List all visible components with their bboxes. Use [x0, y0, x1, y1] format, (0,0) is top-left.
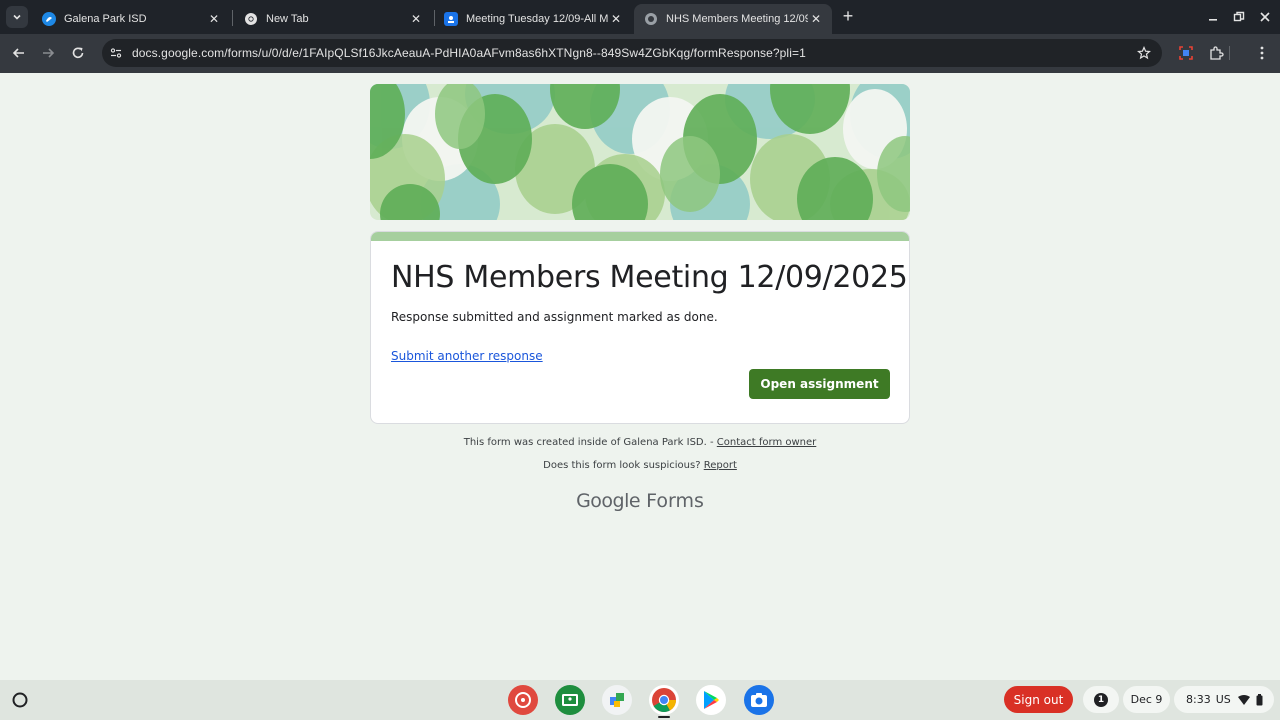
reload-button[interactable] [68, 43, 88, 63]
battery-icon [1256, 693, 1263, 705]
toolbar-divider [1228, 43, 1230, 63]
system-shelf: Sign out 1 Dec 9 8:33 US [0, 680, 1280, 720]
tab-classroom-meeting[interactable]: Meeting Tuesday 12/09-All Me ✕ [434, 4, 632, 34]
locale-text: US [1215, 693, 1231, 706]
logo-google-text: Google [576, 490, 641, 512]
sign-out-button[interactable]: Sign out [1004, 686, 1073, 713]
globe-icon [644, 12, 658, 26]
classroom-icon[interactable] [555, 685, 585, 715]
restore-icon[interactable] [1230, 8, 1248, 26]
screen-capture-icon[interactable] [1176, 43, 1196, 63]
created-by-text: This form was created inside of Galena P… [463, 437, 714, 448]
play-store-icon[interactable] [696, 685, 726, 715]
status-tray[interactable]: 8:33 US [1174, 686, 1274, 713]
chrome-icon[interactable] [649, 685, 679, 715]
close-icon[interactable]: ✕ [608, 11, 624, 27]
canvas-icon[interactable] [508, 685, 538, 715]
arrow-right-icon [43, 48, 55, 58]
suspicious-text: Does this form look suspicious? [543, 460, 701, 471]
launcher-button[interactable] [8, 688, 32, 712]
tab-title: Meeting Tuesday 12/09-All Me [466, 13, 608, 25]
logo-forms-text: Forms [646, 490, 704, 512]
tab-title: NHS Members Meeting 12/09/ [666, 13, 808, 25]
confirmation-card: NHS Members Meeting 12/09/2025 Response … [370, 231, 910, 424]
open-assignment-button[interactable]: Open assignment [749, 369, 890, 399]
tab-title: New Tab [266, 13, 309, 25]
card-accent-bar [371, 232, 909, 241]
report-link[interactable]: Report [704, 460, 737, 471]
launcher-circle-icon [12, 692, 28, 708]
page-content: NHS Members Meeting 12/09/2025 Response … [0, 73, 1280, 680]
close-icon[interactable]: ✕ [408, 11, 424, 27]
url-text: docs.google.com/forms/u/0/d/e/1FAIpQLSf1… [132, 46, 806, 60]
camera-icon[interactable] [744, 685, 774, 715]
tab-search-button[interactable] [6, 6, 28, 28]
close-icon[interactable]: ✕ [808, 11, 824, 27]
tab-galena-park[interactable]: Galena Park ISD ✕ [32, 4, 230, 34]
date-tray[interactable]: Dec 9 [1123, 686, 1170, 713]
tab-new-tab[interactable]: New Tab ✕ [234, 4, 432, 34]
browser-toolbar: docs.google.com/forms/u/0/d/e/1FAIpQLSf1… [0, 34, 1280, 73]
forward-button[interactable] [38, 43, 58, 63]
bookmark-star-icon[interactable] [1136, 45, 1152, 61]
balloons-header-image [370, 84, 910, 220]
more-menu-icon[interactable] [1252, 43, 1272, 63]
minimize-icon[interactable] [1204, 8, 1222, 26]
suspicious-line: Does this form look suspicious? Report [0, 460, 1280, 471]
notification-count: 1 [1094, 692, 1108, 707]
tab-title: Galena Park ISD [64, 13, 147, 25]
date-text: Dec 9 [1130, 693, 1163, 706]
tab-separator [232, 10, 233, 26]
google-forms-logo[interactable]: Google Forms [0, 490, 1280, 512]
back-button[interactable] [9, 43, 29, 63]
tab-strip: Galena Park ISD ✕ New Tab ✕ Meeting Tues… [0, 0, 1280, 34]
active-app-indicator [658, 716, 670, 718]
submit-another-response-link[interactable]: Submit another response [391, 349, 543, 363]
classroom-icon [444, 12, 458, 26]
close-icon[interactable]: ✕ [206, 11, 222, 27]
reload-icon [72, 47, 84, 59]
chrome-icon [244, 12, 258, 26]
docs-icon[interactable] [602, 685, 632, 715]
galena-park-icon [42, 12, 56, 26]
new-tab-button[interactable]: + [838, 6, 858, 26]
site-info-icon[interactable] [108, 45, 124, 61]
address-bar[interactable]: docs.google.com/forms/u/0/d/e/1FAIpQLSf1… [102, 39, 1162, 67]
time-text: 8:33 [1186, 693, 1211, 706]
chevron-down-icon [13, 14, 21, 20]
contact-owner-link[interactable]: Contact form owner [717, 437, 816, 448]
extensions-icon[interactable] [1206, 43, 1226, 63]
close-window-icon[interactable] [1256, 8, 1274, 26]
wifi-icon [1237, 694, 1250, 705]
created-by-line: This form was created inside of Galena P… [0, 437, 1280, 448]
notification-button[interactable]: 1 [1083, 686, 1119, 713]
tab-nhs-form[interactable]: NHS Members Meeting 12/09/ ✕ [634, 4, 832, 34]
confirmation-message: Response submitted and assignment marked… [391, 310, 718, 324]
form-title: NHS Members Meeting 12/09/2025 [391, 260, 908, 295]
arrow-left-icon [12, 48, 24, 58]
